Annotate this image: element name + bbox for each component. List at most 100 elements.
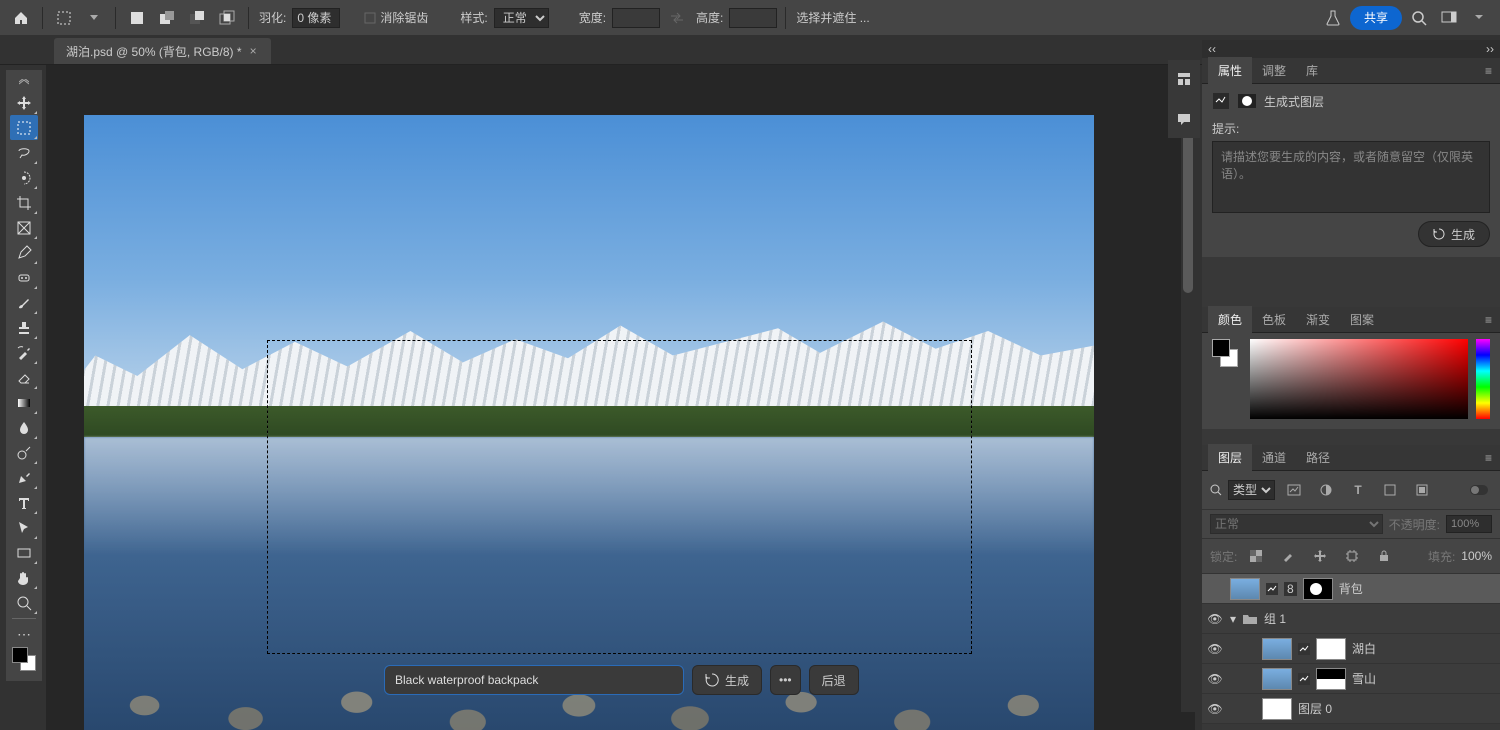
generate-button[interactable]: 生成 bbox=[1418, 221, 1490, 247]
tab-color[interactable]: 颜色 bbox=[1208, 306, 1252, 333]
panel-menu-icon[interactable]: ≡ bbox=[1477, 451, 1500, 465]
layer-name[interactable]: 组 1 bbox=[1264, 610, 1494, 627]
layer-thumbnail[interactable] bbox=[1262, 668, 1292, 690]
layer-row[interactable]: 👁 湖白 bbox=[1202, 634, 1500, 664]
edit-toolbar-icon[interactable]: ⋯ bbox=[10, 622, 38, 647]
filter-type-icon[interactable]: T bbox=[1345, 477, 1371, 503]
lock-pixels-icon[interactable] bbox=[1275, 543, 1301, 569]
crop-tool[interactable] bbox=[10, 190, 38, 215]
close-icon[interactable]: × bbox=[250, 44, 257, 58]
hue-slider[interactable] bbox=[1476, 339, 1490, 419]
layer-thumbnail[interactable] bbox=[1230, 578, 1260, 600]
layer-name[interactable]: 背包 bbox=[1339, 580, 1494, 597]
marquee-tool[interactable] bbox=[10, 115, 38, 140]
comment-icon[interactable] bbox=[1171, 106, 1197, 132]
move-tool[interactable] bbox=[10, 90, 38, 115]
opacity-value[interactable]: 100% bbox=[1446, 515, 1492, 533]
panel-menu-icon[interactable]: ≡ bbox=[1477, 313, 1500, 327]
visibility-toggle[interactable] bbox=[1206, 582, 1224, 596]
panel-menu-icon[interactable]: ≡ bbox=[1477, 64, 1500, 78]
gradient-tool[interactable] bbox=[10, 390, 38, 415]
layer-name[interactable]: 图层 0 bbox=[1298, 700, 1494, 717]
history-brush-tool[interactable] bbox=[10, 340, 38, 365]
chevron-down-icon[interactable] bbox=[1466, 5, 1492, 31]
rectangle-tool[interactable] bbox=[10, 540, 38, 565]
tab-paths[interactable]: 路径 bbox=[1296, 444, 1340, 471]
stamp-tool[interactable] bbox=[10, 315, 38, 340]
fg-bg-swatch[interactable] bbox=[1212, 339, 1242, 369]
more-options-button[interactable]: ••• bbox=[770, 665, 801, 695]
collapse-right-icon[interactable]: ›› bbox=[1486, 42, 1494, 56]
visibility-toggle[interactable]: 👁 bbox=[1206, 642, 1224, 656]
frame-tool[interactable] bbox=[10, 215, 38, 240]
visibility-toggle[interactable]: 👁 bbox=[1206, 672, 1224, 686]
layer-row[interactable]: 👁 ▾ 组 1 bbox=[1202, 604, 1500, 634]
visibility-toggle[interactable]: 👁 bbox=[1206, 702, 1224, 716]
marquee-tool-icon[interactable] bbox=[51, 5, 77, 31]
layer-thumbnail[interactable] bbox=[1262, 638, 1292, 660]
lock-all-icon[interactable] bbox=[1371, 543, 1397, 569]
feather-input[interactable] bbox=[292, 8, 340, 28]
filter-toggle[interactable] bbox=[1466, 477, 1492, 503]
hand-tool[interactable] bbox=[10, 565, 38, 590]
style-select[interactable]: 正常 bbox=[494, 8, 549, 28]
share-button[interactable]: 共享 bbox=[1350, 6, 1402, 30]
lasso-tool[interactable] bbox=[10, 140, 38, 165]
layer-mask[interactable] bbox=[1316, 668, 1346, 690]
layer-row[interactable]: 👁 雪山 bbox=[1202, 664, 1500, 694]
selection-marquee[interactable] bbox=[267, 340, 972, 654]
layer-mask[interactable] bbox=[1303, 578, 1333, 600]
pen-tool[interactable] bbox=[10, 465, 38, 490]
home-icon[interactable] bbox=[8, 5, 34, 31]
panel-icon[interactable] bbox=[1171, 66, 1197, 92]
lock-artboard-icon[interactable] bbox=[1339, 543, 1365, 569]
workspace-icon[interactable] bbox=[1436, 5, 1462, 31]
collapse-left-icon[interactable]: ‹‹ bbox=[1208, 42, 1216, 56]
lock-transparency-icon[interactable] bbox=[1243, 543, 1269, 569]
path-select-tool[interactable] bbox=[10, 515, 38, 540]
document-canvas[interactable]: 生成 ••• 后退 bbox=[84, 115, 1094, 730]
filter-pixel-icon[interactable] bbox=[1281, 477, 1307, 503]
search-icon[interactable] bbox=[1210, 484, 1222, 496]
prompt-textarea[interactable]: 请描述您要生成的内容，或者随意留空（仅限英语）。 bbox=[1212, 141, 1490, 213]
eyedropper-tool[interactable] bbox=[10, 240, 38, 265]
group-toggle-icon[interactable]: ▾ bbox=[1230, 612, 1236, 626]
sel-add-icon[interactable] bbox=[154, 5, 180, 31]
tab-properties[interactable]: 属性 bbox=[1208, 57, 1252, 84]
sel-intersect-icon[interactable] bbox=[214, 5, 240, 31]
sel-new-icon[interactable] bbox=[124, 5, 150, 31]
zoom-tool[interactable] bbox=[10, 590, 38, 615]
eraser-tool[interactable] bbox=[10, 365, 38, 390]
lock-position-icon[interactable] bbox=[1307, 543, 1333, 569]
healing-tool[interactable] bbox=[10, 265, 38, 290]
beaker-icon[interactable] bbox=[1320, 5, 1346, 31]
tab-libraries[interactable]: 库 bbox=[1296, 57, 1328, 84]
back-button[interactable]: 后退 bbox=[809, 665, 859, 695]
canvas-scrollbar[interactable] bbox=[1181, 65, 1195, 712]
layer-thumbnail[interactable] bbox=[1262, 698, 1292, 720]
layer-row[interactable]: 👁 图层 0 bbox=[1202, 694, 1500, 724]
type-tool[interactable] bbox=[10, 490, 38, 515]
visibility-toggle[interactable]: 👁 bbox=[1206, 612, 1224, 626]
layer-row[interactable]: 8 背包 bbox=[1202, 574, 1500, 604]
blur-tool[interactable] bbox=[10, 415, 38, 440]
generate-button[interactable]: 生成 bbox=[692, 665, 762, 695]
layer-name[interactable]: 雪山 bbox=[1352, 670, 1494, 687]
generative-prompt-input[interactable] bbox=[384, 665, 684, 695]
tab-adjustments[interactable]: 调整 bbox=[1252, 57, 1296, 84]
tab-swatches[interactable]: 色板 bbox=[1252, 306, 1296, 333]
select-and-mask-button[interactable]: 选择并遮住 ... bbox=[796, 9, 869, 26]
filter-adjust-icon[interactable] bbox=[1313, 477, 1339, 503]
dodge-tool[interactable] bbox=[10, 440, 38, 465]
filter-kind-select[interactable]: 类型 bbox=[1228, 480, 1275, 500]
color-field[interactable] bbox=[1250, 339, 1468, 419]
quick-select-tool[interactable] bbox=[10, 165, 38, 190]
tab-channels[interactable]: 通道 bbox=[1252, 444, 1296, 471]
sel-subtract-icon[interactable] bbox=[184, 5, 210, 31]
blend-mode-select[interactable]: 正常 bbox=[1210, 514, 1383, 534]
tab-patterns[interactable]: 图案 bbox=[1340, 306, 1384, 333]
chevron-down-icon[interactable] bbox=[81, 5, 107, 31]
layer-name[interactable]: 湖白 bbox=[1352, 640, 1494, 657]
layer-mask[interactable] bbox=[1316, 638, 1346, 660]
filter-shape-icon[interactable] bbox=[1377, 477, 1403, 503]
